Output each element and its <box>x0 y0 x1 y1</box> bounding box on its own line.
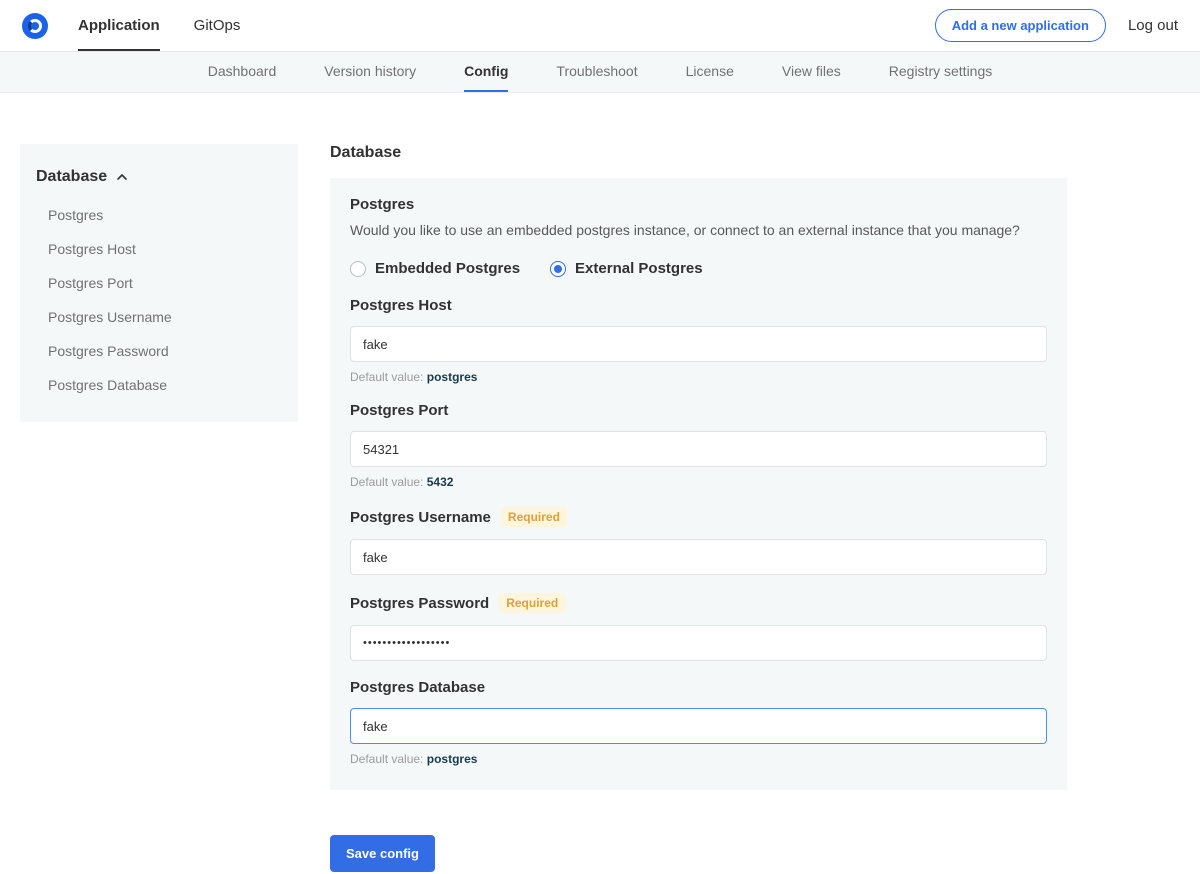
postgres-database-label: Postgres Database <box>350 679 485 696</box>
radio-checked-icon <box>550 261 566 277</box>
radio-embedded-postgres[interactable]: Embedded Postgres <box>350 260 520 277</box>
postgres-username-input[interactable] <box>350 539 1047 575</box>
tab-version-history[interactable]: Version history <box>324 52 416 92</box>
field-postgres-host: Postgres Host Default value: postgres <box>350 297 1047 384</box>
top-navbar: Application GitOps Add a new application… <box>0 0 1200 52</box>
sidebar-item-postgres-port[interactable]: Postgres Port <box>36 266 282 300</box>
database-config-group: Postgres Would you like to use an embedd… <box>330 178 1067 790</box>
tab-dashboard[interactable]: Dashboard <box>208 52 277 92</box>
sidebar-item-postgres-host[interactable]: Postgres Host <box>36 232 282 266</box>
postgres-password-input[interactable] <box>350 625 1047 661</box>
tab-registry-settings[interactable]: Registry settings <box>889 52 992 92</box>
replicated-logo-icon <box>28 19 42 33</box>
radio-unchecked-icon <box>350 261 366 277</box>
nav-tab-gitops[interactable]: GitOps <box>194 0 241 51</box>
sidebar-item-postgres-database[interactable]: Postgres Database <box>36 368 282 402</box>
default-label: Default value: <box>350 475 423 489</box>
field-postgres-port: Postgres Port Default value: 5432 <box>350 402 1047 489</box>
sidebar-item-postgres[interactable]: Postgres <box>36 198 282 232</box>
field-postgres-username: Postgres Username Required <box>350 507 1047 575</box>
app-subnav: Dashboard Version history Config Trouble… <box>0 52 1200 93</box>
top-nav-right: Add a new application Log out <box>935 9 1178 42</box>
radio-embedded-label: Embedded Postgres <box>375 260 520 277</box>
default-label: Default value: <box>350 370 423 384</box>
field-postgres-database: Postgres Database Default value: postgre… <box>350 679 1047 766</box>
tab-troubleshoot[interactable]: Troubleshoot <box>556 52 637 92</box>
sidebar-group-label: Database <box>36 168 107 186</box>
radio-external-postgres[interactable]: External Postgres <box>550 260 703 277</box>
postgres-group-label: Postgres <box>350 196 1047 213</box>
tab-view-files[interactable]: View files <box>782 52 841 92</box>
save-config-button[interactable]: Save config <box>330 835 435 872</box>
default-value: postgres <box>427 370 478 384</box>
postgres-port-default-hint: Default value: 5432 <box>350 475 1047 489</box>
postgres-host-label: Postgres Host <box>350 297 452 314</box>
postgres-help-text: Would you like to use an embedded postgr… <box>350 222 1047 238</box>
sidebar-group-database[interactable]: Database <box>36 168 282 186</box>
tab-license[interactable]: License <box>686 52 734 92</box>
postgres-port-label: Postgres Port <box>350 402 448 419</box>
radio-external-label: External Postgres <box>575 260 703 277</box>
default-label: Default value: <box>350 752 423 766</box>
chevron-up-icon <box>116 171 128 183</box>
config-sidebar: Database Postgres Postgres Host Postgres… <box>20 144 298 422</box>
required-badge: Required <box>499 593 565 613</box>
nav-tab-application[interactable]: Application <box>78 0 160 51</box>
field-postgres-password: Postgres Password Required <box>350 593 1047 661</box>
default-value: postgres <box>427 752 478 766</box>
tab-config[interactable]: Config <box>464 52 508 92</box>
required-badge: Required <box>501 507 567 527</box>
postgres-password-label: Postgres Password <box>350 595 489 612</box>
add-application-button[interactable]: Add a new application <box>935 9 1106 42</box>
postgres-host-input[interactable] <box>350 326 1047 362</box>
postgres-port-input[interactable] <box>350 431 1047 467</box>
sidebar-item-postgres-username[interactable]: Postgres Username <box>36 300 282 334</box>
logout-link[interactable]: Log out <box>1128 17 1178 34</box>
postgres-database-default-hint: Default value: postgres <box>350 752 1047 766</box>
postgres-radio-group: Embedded Postgres External Postgres <box>350 260 1047 277</box>
sidebar-item-postgres-password[interactable]: Postgres Password <box>36 334 282 368</box>
config-main: Database Postgres Would you like to use … <box>330 144 1067 872</box>
postgres-username-label: Postgres Username <box>350 509 491 526</box>
section-title: Database <box>330 144 1067 162</box>
page-body: Database Postgres Postgres Host Postgres… <box>0 93 1200 872</box>
sidebar-item-list: Postgres Postgres Host Postgres Port Pos… <box>36 198 282 402</box>
app-logo[interactable] <box>22 13 48 39</box>
postgres-database-input[interactable] <box>350 708 1047 744</box>
default-value: 5432 <box>427 475 454 489</box>
postgres-host-default-hint: Default value: postgres <box>350 370 1047 384</box>
top-nav-tabs: Application GitOps <box>78 0 240 51</box>
